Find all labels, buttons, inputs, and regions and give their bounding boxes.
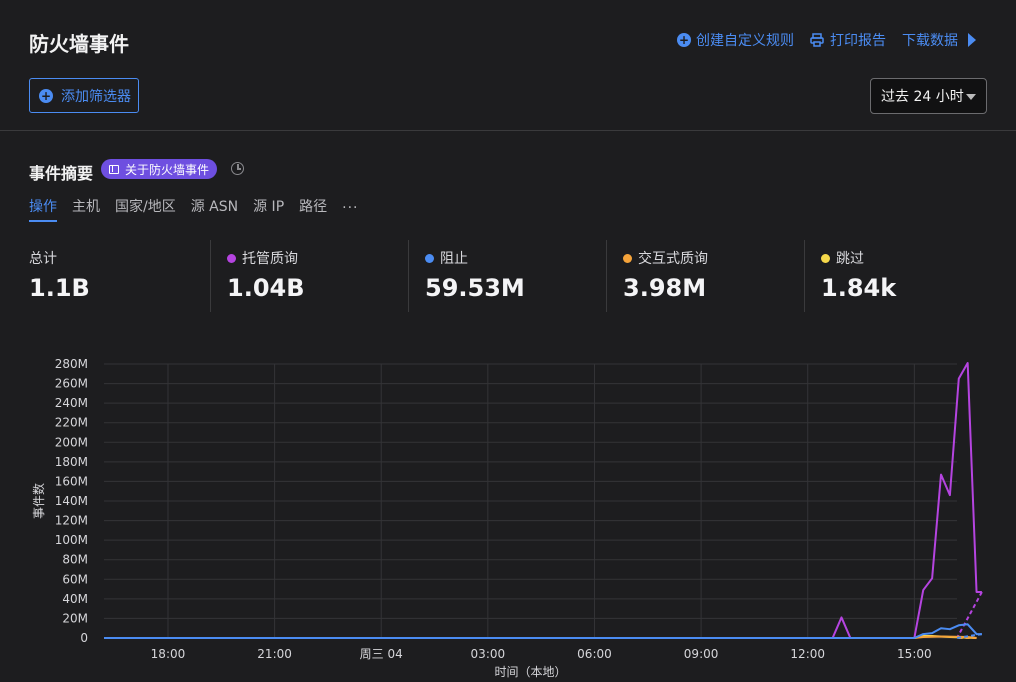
tab-action[interactable]: 操作: [29, 196, 57, 222]
add-filter-label: 添加筛选器: [61, 88, 131, 105]
stat-value: 1.04B: [227, 274, 305, 302]
clock-icon[interactable]: [231, 162, 244, 175]
tab-host[interactable]: 主机: [72, 196, 100, 222]
stat-managed-challenge: 托管质询 1.04B: [210, 240, 305, 312]
summary-title: 事件摘要: [29, 164, 94, 183]
legend-dot: [821, 253, 830, 263]
series-dashed-tail-0: [956, 591, 983, 639]
legend-dot: [227, 253, 236, 263]
y-tick-label: 200M: [55, 435, 88, 449]
download-data-label: 下载数据: [902, 33, 958, 49]
y-tick-label: 260M: [55, 377, 88, 391]
about-firewall-events-badge[interactable]: 关于防火墙事件: [101, 159, 218, 179]
stat-value: 3.98M: [623, 274, 707, 302]
stat-value: 59.53M: [425, 274, 525, 302]
stat-label: 托管质询: [242, 251, 298, 267]
stat-interactive-challenge: 交互式质询 3.98M: [606, 240, 708, 312]
stat-total: 总计 1.1B: [29, 240, 90, 312]
y-tick-label: 100M: [55, 533, 88, 547]
print-report-label: 打印报告: [830, 33, 886, 49]
page-header: 防火墙事件 + 创建自定义规则 打印报告 下载数据 + 添加筛选器 过去 24 …: [0, 0, 1016, 131]
x-tick-label: 12:00: [790, 647, 825, 661]
legend-dot: [425, 253, 434, 263]
summary-tabs: 操作 主机 国家/地区 源 ASN 源 IP 路径 ...: [29, 196, 374, 222]
y-tick-label: 240M: [55, 396, 88, 410]
y-tick-label: 0: [80, 631, 88, 645]
y-tick-label: 160M: [55, 474, 88, 488]
divider: [408, 240, 409, 312]
tab-more[interactable]: ...: [342, 196, 358, 222]
x-axis-title: 时间（本地）: [494, 665, 566, 679]
about-badge-label: 关于防火墙事件: [125, 162, 210, 177]
x-tick-label: 周三 04: [360, 647, 403, 661]
tab-source-asn[interactable]: 源 ASN: [191, 196, 238, 222]
download-data-link[interactable]: 下载数据: [902, 30, 976, 50]
tab-country-region[interactable]: 国家/地区: [115, 196, 176, 222]
create-custom-rule-label: 创建自定义规则: [696, 33, 794, 49]
y-tick-label: 60M: [62, 572, 88, 586]
x-tick-label: 09:00: [684, 647, 719, 661]
add-filter-button[interactable]: + 添加筛选器: [29, 78, 139, 113]
tab-path[interactable]: 路径: [299, 196, 327, 222]
stat-label: 跳过: [836, 251, 864, 267]
print-report-link[interactable]: 打印报告: [810, 30, 886, 50]
stat-label: 总计: [29, 251, 57, 267]
x-tick-label: 21:00: [257, 647, 292, 661]
events-chart: 0 20M 40M 60M 80M 100M 120M 140M 160M 180M 200M 220…: [0, 340, 1016, 682]
x-tick-label: 18:00: [151, 647, 186, 661]
book-icon: [109, 164, 119, 174]
legend-dot: [623, 253, 632, 263]
y-tick-label: 280M: [55, 357, 88, 371]
page-title: 防火墙事件: [29, 32, 129, 56]
tab-source-ip[interactable]: 源 IP: [253, 196, 284, 222]
divider: [606, 240, 607, 312]
time-range-select[interactable]: 过去 24 小时: [870, 78, 987, 114]
plus-circle-icon: +: [39, 88, 53, 103]
printer-icon: [810, 33, 824, 47]
stat-skip: 跳过 1.84k: [804, 240, 897, 312]
y-tick-label: 140M: [55, 494, 88, 508]
y-tick-label: 80M: [62, 553, 88, 567]
stat-block: 阻止 59.53M: [408, 240, 525, 312]
y-axis-title: 事件数: [31, 483, 46, 519]
stats-row: 总计 1.1B 托管质询 1.04B 阻止 59.53M 交互式质询 3.98M…: [0, 240, 1016, 312]
divider: [210, 240, 211, 312]
x-tick-label: 06:00: [577, 647, 612, 661]
y-tick-label: 40M: [62, 592, 88, 606]
plus-circle-icon: +: [677, 33, 691, 47]
y-tick-label: 120M: [55, 514, 88, 528]
stat-value: 1.1B: [29, 274, 90, 302]
time-range-value: 过去 24 小时: [881, 89, 964, 105]
stat-label: 交互式质询: [638, 251, 708, 267]
divider: [804, 240, 805, 312]
caret-down-icon: [966, 94, 976, 100]
stat-label: 阻止: [440, 251, 468, 267]
stat-value: 1.84k: [821, 274, 897, 302]
x-tick-label: 03:00: [471, 647, 506, 661]
y-tick-label: 220M: [55, 416, 88, 430]
x-tick-label: 15:00: [897, 647, 932, 661]
top-actions: + 创建自定义规则 打印报告 下载数据: [677, 30, 976, 50]
create-custom-rule-link[interactable]: + 创建自定义规则: [677, 30, 794, 50]
play-arrow-icon: [968, 33, 976, 47]
events-line-chart[interactable]: 0 20M 40M 60M 80M 100M 120M 140M 160M 180M 200M 220…: [0, 340, 1016, 682]
y-tick-label: 180M: [55, 455, 88, 469]
y-tick-label: 20M: [62, 611, 88, 625]
